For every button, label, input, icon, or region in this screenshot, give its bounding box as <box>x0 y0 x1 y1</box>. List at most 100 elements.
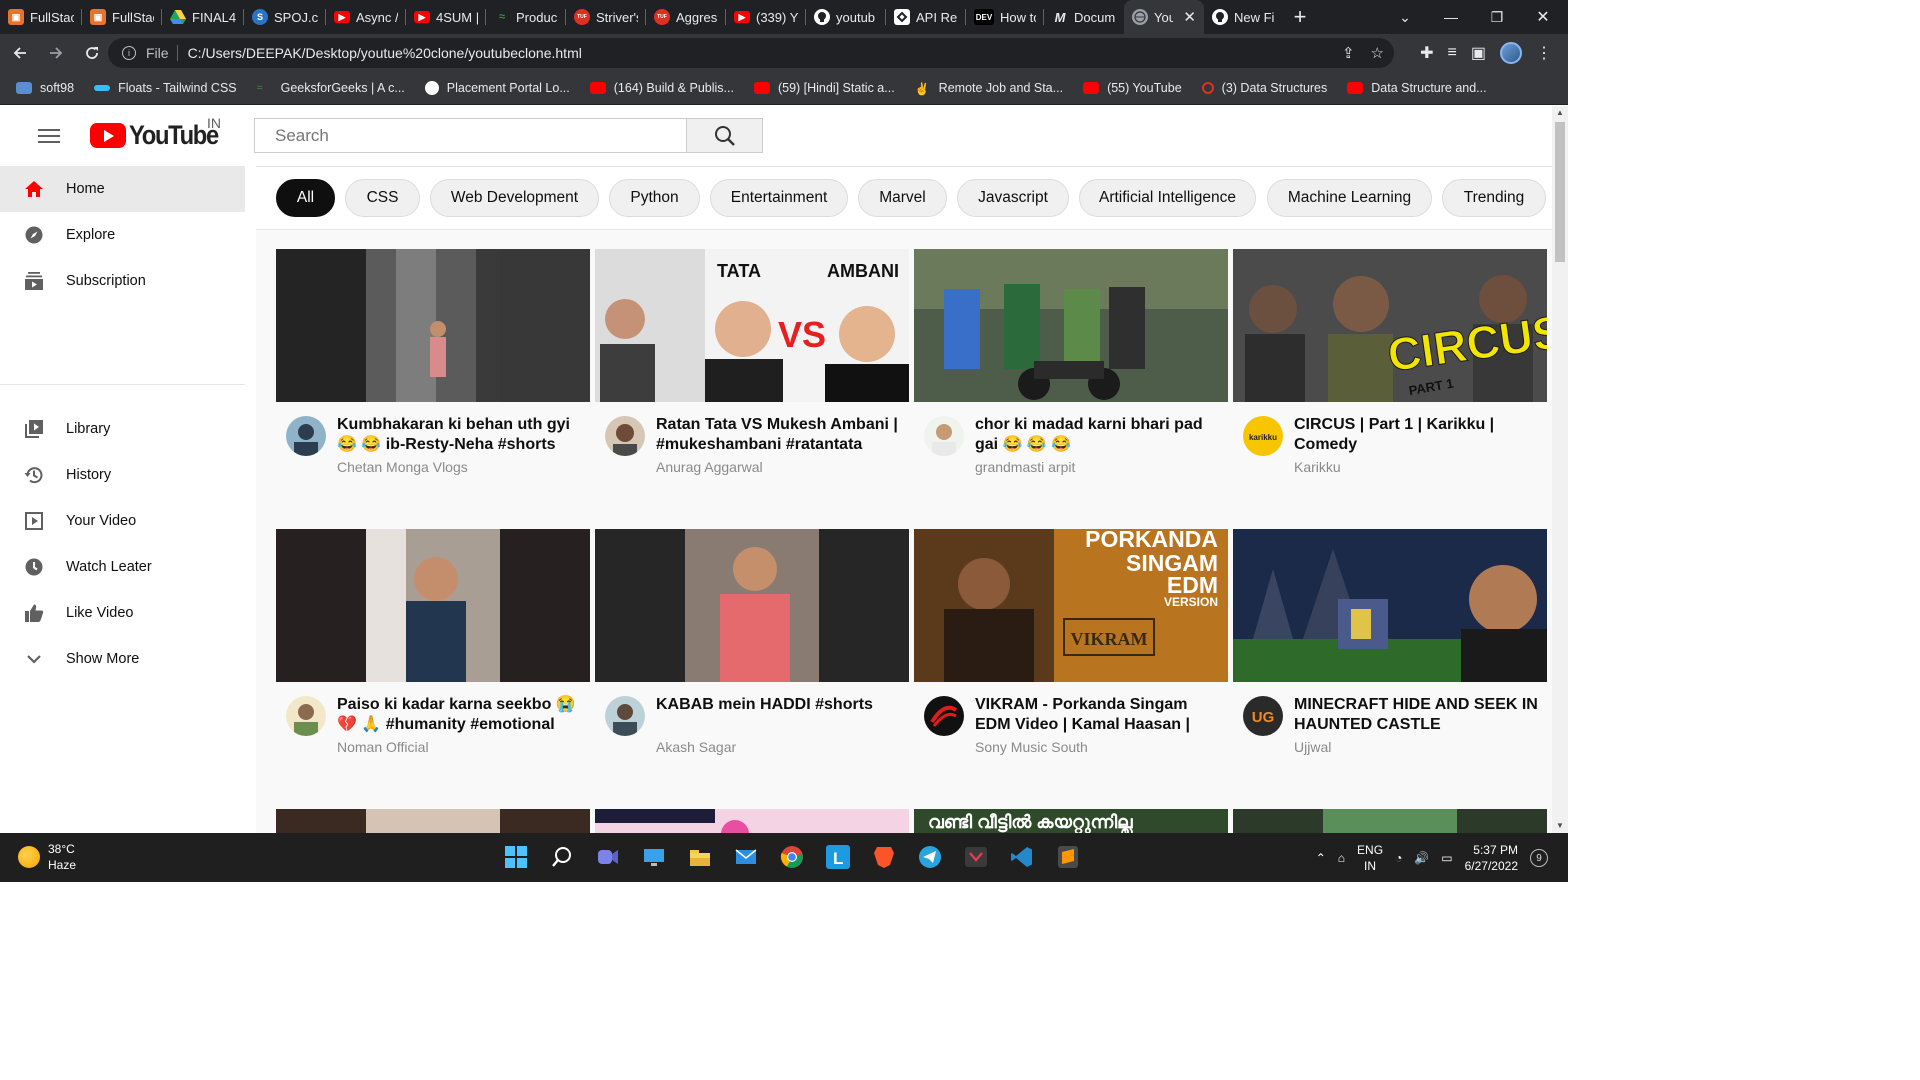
network-drive-icon[interactable]: ⌂ <box>1338 851 1345 865</box>
chip-marvel[interactable]: Marvel <box>858 179 947 217</box>
forward-button[interactable] <box>40 37 72 69</box>
browser-tab[interactable]: youtub <box>806 0 886 34</box>
channel-name[interactable]: Sony Music South <box>975 739 1088 755</box>
bookmark-item[interactable]: (164) Build & Publis... <box>589 81 734 95</box>
channel-name[interactable]: Anurag Aggarwal <box>656 459 763 475</box>
video-thumbnail[interactable]: CIRCUS PART 1 <box>1233 249 1547 402</box>
browser-tab[interactable]: New Fi <box>1204 0 1284 34</box>
video-card[interactable]: Kumbhakaran ki behan uth gyi 😂 😂 ib-Rest… <box>276 249 590 489</box>
browser-tab[interactable]: TUF Aggres <box>646 0 726 34</box>
video-card[interactable] <box>1233 809 1547 833</box>
desktop-icon[interactable] <box>638 841 670 873</box>
channel-name[interactable]: Chetan Monga Vlogs <box>337 459 468 475</box>
browser-tab[interactable]: ▣ FullStac <box>82 0 162 34</box>
channel-avatar[interactable] <box>924 416 964 456</box>
video-card[interactable]: KABAB mein HADDI #shorts Akash Sagar <box>595 529 909 769</box>
sidebar-item-like-video[interactable]: Like Video <box>0 590 245 636</box>
video-card[interactable] <box>276 809 590 833</box>
info-icon[interactable]: i <box>122 46 136 60</box>
channel-avatar[interactable] <box>605 416 645 456</box>
reload-button[interactable] <box>76 37 108 69</box>
back-button[interactable] <box>4 37 36 69</box>
bookmark-item[interactable]: ≈ GeeksforGeeks | A c... <box>257 81 405 95</box>
chip-trending[interactable]: Trending <box>1442 179 1546 217</box>
video-thumbnail[interactable] <box>276 809 590 833</box>
bookmark-item[interactable]: Floats - Tailwind CSS <box>94 81 237 95</box>
sidebar-item-watch-later[interactable]: Watch Leater <box>0 544 245 590</box>
l-app-icon[interactable]: L <box>822 841 854 873</box>
browser-tab[interactable]: DEV How to <box>966 0 1044 34</box>
scroll-up-icon[interactable]: ▲ <box>1552 106 1568 120</box>
file-explorer-icon[interactable] <box>684 841 716 873</box>
browser-tab[interactable]: ▶ 4SUM | <box>406 0 486 34</box>
video-title[interactable]: Kumbhakaran ki behan uth gyi 😂 😂 ib-Rest… <box>337 415 585 455</box>
url-text[interactable]: C:/Users/DEEPAK/Desktop/youtue%20clone/y… <box>188 45 582 61</box>
video-card[interactable]: Paiso ki kadar karna seekbo 😭 💔 🙏 #human… <box>276 529 590 769</box>
app-icon[interactable] <box>960 841 992 873</box>
bookmark-item[interactable]: Placement Portal Lo... <box>424 81 570 95</box>
channel-avatar[interactable] <box>286 696 326 736</box>
search-input[interactable] <box>275 125 686 146</box>
side-panel-icon[interactable]: ▣ <box>1471 43 1486 63</box>
bookmark-item[interactable]: ✌ Remote Job and Sta... <box>915 81 1063 96</box>
video-thumbnail[interactable] <box>595 529 909 682</box>
browser-tab[interactable]: ▣ FullStac <box>0 0 82 34</box>
notification-badge[interactable]: 9 <box>1530 849 1548 867</box>
channel-avatar[interactable] <box>286 416 326 456</box>
video-card[interactable]: chor ki madad karni bhari pad gai 😂 😂 😂 … <box>914 249 1228 489</box>
teams-chat-icon[interactable] <box>592 841 624 873</box>
chip-python[interactable]: Python <box>609 179 700 217</box>
chip-web-development[interactable]: Web Development <box>430 179 599 217</box>
bookmark-item[interactable]: (59) [Hindi] Static a... <box>753 81 895 95</box>
video-card[interactable]: CIRCUS PART 1 karikku CIRCUS | Part 1 | … <box>1233 249 1547 489</box>
close-tab-icon[interactable]: ✕ <box>1183 8 1196 26</box>
video-title[interactable]: chor ki madad karni bhari pad gai 😂 😂 😂 <box>975 415 1223 455</box>
scrollbar-thumb[interactable] <box>1555 122 1565 262</box>
video-title[interactable]: Ratan Tata VS Mukesh Ambani | #mukeshamb… <box>656 415 904 455</box>
channel-avatar[interactable] <box>605 696 645 736</box>
browser-tab[interactable]: ▶ Async / <box>326 0 406 34</box>
channel-name[interactable]: Noman Official <box>337 739 429 755</box>
restore-button[interactable]: ❐ <box>1474 0 1520 34</box>
video-thumbnail[interactable] <box>276 249 590 402</box>
page-scrollbar[interactable]: ▲ ▼ <box>1552 106 1568 833</box>
browser-tab[interactable]: ▶ (339) Y <box>726 0 806 34</box>
video-card[interactable]: വണ്ടി വീട്ടിൽ കയറ്റുന്നില്ല <box>914 809 1228 833</box>
sidebar-item-history[interactable]: History <box>0 452 245 498</box>
browser-tab[interactable]: FINAL4 <box>162 0 244 34</box>
video-thumbnail[interactable]: PORKANDA SINGAM EDM VERSION VIKRAM <box>914 529 1228 682</box>
sidebar-item-your-video[interactable]: Your Video <box>0 498 245 544</box>
chip-entertainment[interactable]: Entertainment <box>710 179 848 217</box>
chip-all[interactable]: All <box>276 179 335 217</box>
chip-artificial-intelligence[interactable]: Artificial Intelligence <box>1079 179 1256 217</box>
search-button[interactable] <box>686 118 763 153</box>
weather-widget[interactable]: 38°C Haze <box>18 841 76 873</box>
language-indicator[interactable]: ENG IN <box>1357 842 1383 874</box>
chrome-icon[interactable] <box>776 841 808 873</box>
battery-icon[interactable]: ▭ <box>1441 851 1452 865</box>
mail-icon[interactable] <box>730 841 762 873</box>
bookmark-item[interactable]: soft98 <box>16 81 74 95</box>
video-title[interactable]: MINECRAFT HIDE AND SEEK IN HAUNTED CASTL… <box>1294 695 1542 735</box>
address-bar[interactable]: i File C:/Users/DEEPAK/Desktop/youtue%20… <box>108 38 1394 68</box>
youtube-logo[interactable]: YouTube IN <box>90 115 230 151</box>
sidebar-item-subscription[interactable]: Subscription <box>0 258 245 304</box>
video-card[interactable]: PORKANDA SINGAM EDM VERSION VIKRAM VIKRA… <box>914 529 1228 769</box>
sidebar-item-library[interactable]: Library <box>0 406 245 452</box>
browser-tab[interactable]: M Docum <box>1044 0 1124 34</box>
profile-avatar[interactable] <box>1500 42 1522 64</box>
chip-machine-learning[interactable]: Machine Learning <box>1267 179 1432 217</box>
chip-css[interactable]: CSS <box>345 179 420 217</box>
browser-tab[interactable]: API Re <box>886 0 966 34</box>
chip-javascript[interactable]: Javascript <box>957 179 1069 217</box>
channel-name[interactable]: Akash Sagar <box>656 739 736 755</box>
minimize-button[interactable]: — <box>1428 0 1474 34</box>
more-menu-icon[interactable]: ⋮ <box>1536 43 1552 63</box>
channel-name[interactable]: grandmasti arpit <box>975 459 1075 475</box>
video-card[interactable] <box>595 809 909 833</box>
channel-name[interactable]: Karikku <box>1294 459 1341 475</box>
tab-search-icon[interactable]: ⌄ <box>1382 0 1428 34</box>
hamburger-menu-icon[interactable] <box>38 129 60 147</box>
volume-icon[interactable]: 🔊 <box>1414 851 1429 865</box>
video-title[interactable]: CIRCUS | Part 1 | Karikku | Comedy <box>1294 415 1542 455</box>
